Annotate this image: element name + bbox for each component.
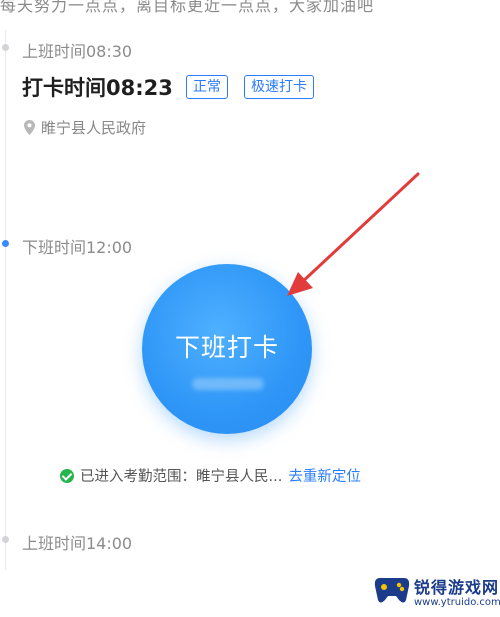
site-watermark: 锐得游戏网 www.ytruido.com [374, 572, 500, 617]
watermark-title: 锐得游戏网 [414, 578, 500, 597]
gamepad-logo-icon [374, 578, 410, 603]
watermark-url: www.ytruido.com [414, 597, 500, 608]
red-pointer-arrow [287, 172, 420, 296]
